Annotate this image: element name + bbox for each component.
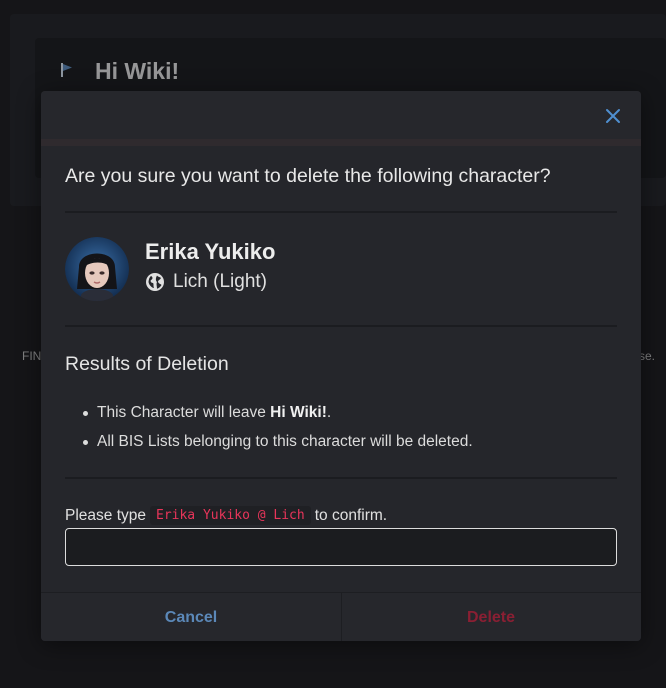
confirm-code: Erika Yukiko @ Lich <box>150 506 311 525</box>
globe-icon <box>146 273 164 291</box>
character-name: Erika Yukiko <box>145 239 276 264</box>
delete-button[interactable]: Delete <box>341 593 641 641</box>
modal-header-bar <box>41 139 641 146</box>
divider <box>65 325 617 327</box>
close-icon[interactable] <box>603 106 623 126</box>
confirmation-question: Are you sure you want to delete the foll… <box>65 165 551 187</box>
confirm-label: Please type Erika Yukiko @ Lich to confi… <box>65 506 388 525</box>
results-title: Results of Deletion <box>65 353 229 375</box>
character-world: Lich (Light) <box>145 271 267 293</box>
divider <box>65 211 617 213</box>
group-name-bold: Hi Wiki! <box>270 404 327 421</box>
list-item: This Character will leave Hi Wiki!. <box>81 401 473 430</box>
confirm-input[interactable] <box>65 528 617 566</box>
divider <box>65 477 617 479</box>
delete-character-modal: Are you sure you want to delete the foll… <box>41 91 641 641</box>
results-list: This Character will leave Hi Wiki!. All … <box>81 401 473 459</box>
character-world-label: Lich (Light) <box>173 271 267 292</box>
modal-footer: Cancel Delete <box>41 592 641 641</box>
avatar <box>65 237 129 301</box>
cancel-button[interactable]: Cancel <box>41 593 342 641</box>
modal-header <box>41 91 641 139</box>
list-item: All BIS Lists belonging to this characte… <box>81 430 473 459</box>
